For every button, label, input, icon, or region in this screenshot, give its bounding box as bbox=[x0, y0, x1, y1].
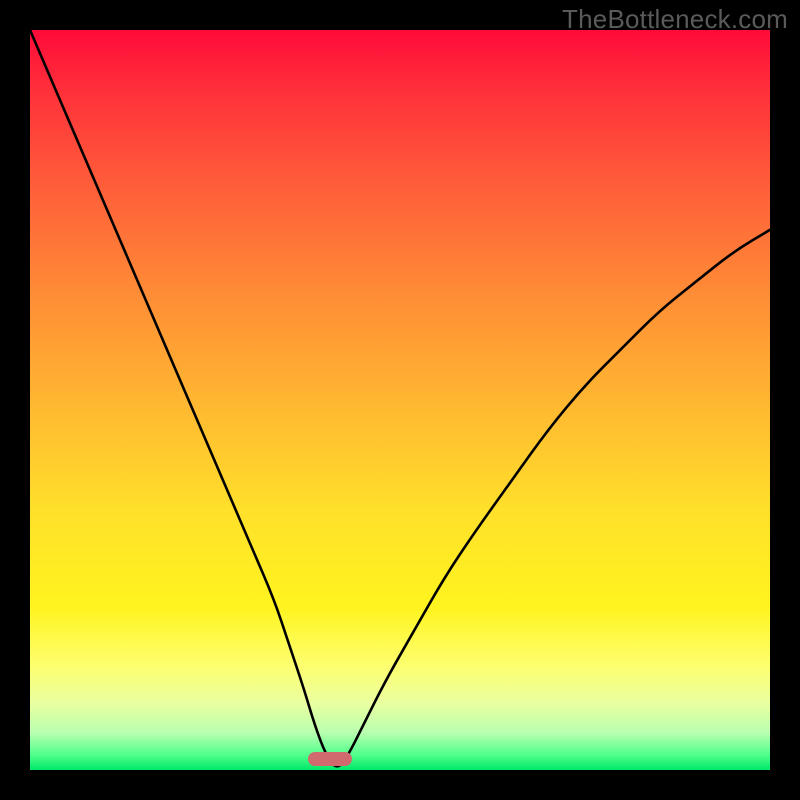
optimum-marker bbox=[308, 752, 352, 766]
bottleneck-curve bbox=[30, 30, 770, 770]
chart-frame: TheBottleneck.com bbox=[0, 0, 800, 800]
curve-path bbox=[30, 30, 770, 766]
plot-area bbox=[30, 30, 770, 770]
watermark-text: TheBottleneck.com bbox=[562, 4, 788, 35]
